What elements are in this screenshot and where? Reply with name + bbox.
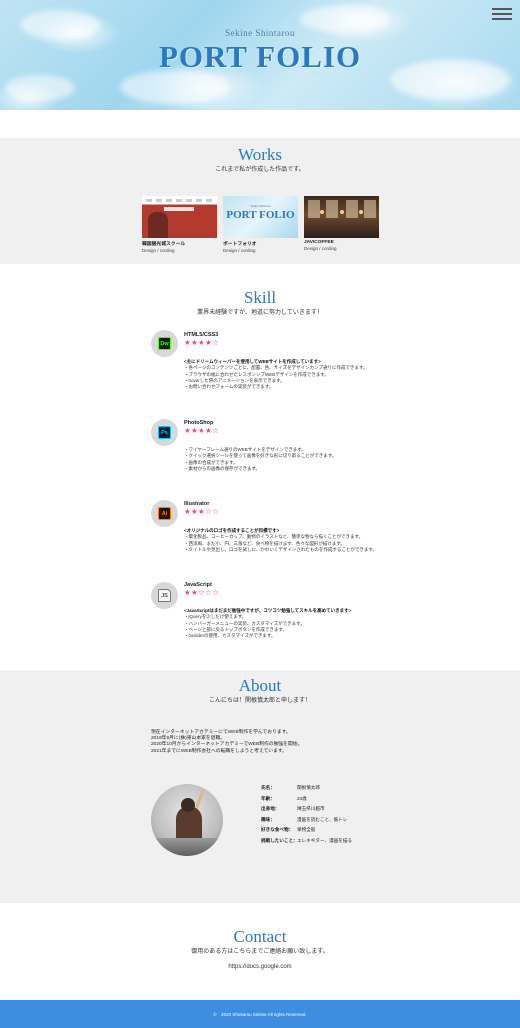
about-title: About — [238, 676, 282, 695]
copyright-text: © 2020 Shintarou Sekine All rights Reser… — [213, 1012, 307, 1017]
work-name: 韓国語光城スクール — [142, 242, 186, 247]
dreamweaver-icon-wrap: Dw — [151, 330, 178, 357]
contact-section: Contact 御用のある方はこちらまでご連絡お願い致します。 https://… — [0, 903, 520, 1000]
work-card[interactable]: JAVICOFFEE Design / cording — [304, 196, 379, 251]
work-card[interactable]: 韓国語光城スクール Design / cording — [142, 196, 217, 253]
hero-foam — [120, 70, 230, 104]
skill-description: <オリジナルのロゴを作成することが目標です> ・電化製品、コーヒーカップ、動物の… — [184, 528, 377, 552]
hero-subtitle: Sekine Shintarou — [225, 28, 295, 38]
photoshop-icon-wrap: Ps — [151, 419, 178, 446]
hero-banner: Sekine Shintarou PORT FOLIO — [0, 0, 520, 110]
thumb-title: PORT FOLIO — [226, 209, 295, 221]
works-section: Works これまで私が作成した作品です。 韓国語光城スクール Design /… — [0, 138, 520, 264]
profile-row: 好きな食べ物： 果物全般 — [261, 827, 316, 832]
avatar — [151, 784, 223, 856]
profile-row: 年齢： 23歳 — [261, 795, 307, 801]
skill-description: ・ワイヤーフレーム通りのWEBサイトをデザインできます。 ・クイック選択ツールを… — [184, 447, 337, 471]
about-section: About こんにちは！関根慎太郎と申します！ 現在インターネットアカデミーにて… — [0, 670, 520, 903]
about-text: 現在インターネットアカデミーにてWEB制作を学んでおります。 2019年9月に(… — [151, 730, 303, 754]
hamburger-menu-icon[interactable] — [492, 8, 512, 22]
contact-title: Contact — [233, 927, 287, 946]
profile-row: 挑戦したいこと：エレキギター、漫画を描る — [261, 837, 353, 843]
rating-stars: ★★★★☆ — [184, 426, 220, 435]
illustrator-icon: Ai — [158, 507, 171, 520]
work-category: Design / cording — [223, 248, 256, 253]
work-thumbnail[interactable]: Sekine Shintarou PORT FOLIO — [223, 196, 298, 238]
work-thumbnail[interactable] — [304, 196, 379, 238]
work-name: ポートフォリオ — [223, 242, 257, 247]
work-category: Design / cording — [142, 248, 175, 253]
contact-subtitle: 御用のある方はこちらまでご連絡お願い致します。 — [191, 949, 329, 955]
contact-link[interactable]: https://docs.google.com — [0, 964, 520, 970]
javascript-icon-wrap: JS — [151, 582, 178, 609]
skill-title: Skill — [243, 288, 277, 307]
skill-section: Skill 業界未経験ですが、地道に努力していきます！ Dw HTML5/CSS… — [0, 264, 520, 670]
rating-stars: ★★☆☆☆ — [184, 588, 220, 597]
profile-row: 氏名： 関根慎太郎 — [261, 785, 320, 790]
javascript-file-icon: JS — [158, 589, 171, 602]
about-subtitle: こんにちは！関根慎太郎と申します！ — [208, 698, 311, 704]
works-title: Works — [238, 145, 282, 164]
profile-row: 趣味： 漫画を読むこと、筋トレ — [261, 816, 348, 822]
photoshop-icon: Ps — [158, 426, 171, 439]
profile-table: 氏名： 関根慎太郎 年齢： 23歳 出身地： 埼玉県川越市 趣味： 漫画を読むこと、筋ト… — [261, 785, 352, 848]
works-subtitle: これまで私が作成した作品です。 — [215, 167, 305, 173]
thumb-subtitle: Sekine Shintarou — [250, 204, 271, 208]
skill-description: <主にドリームウィーバーを使用してWEBサイトを作成しています> ・各ページのコ… — [184, 359, 368, 390]
skill-description: <JavaScriptはまだまだ勉強中ですが、コツコツ勉強してスキルを高めていき… — [184, 608, 352, 639]
illustrator-icon-wrap: Ai — [151, 500, 178, 527]
hero-foam — [5, 75, 75, 101]
rating-stars: ★★★☆☆ — [184, 507, 220, 516]
skill-subtitle: 業界未経験ですが、地道に努力していきます！ — [197, 310, 323, 316]
rating-stars: ★★★★☆ — [184, 338, 220, 347]
work-name: JAVICOFFEE — [304, 240, 334, 245]
work-category: Design / cording — [304, 246, 337, 251]
work-thumbnail[interactable] — [142, 196, 217, 238]
footer: © 2020 Shintarou Sekine All rights Reser… — [0, 1000, 520, 1028]
dreamweaver-icon: Dw — [158, 337, 171, 350]
profile-row: 出身地： 埼玉県川越市 — [261, 806, 325, 811]
work-card[interactable]: Sekine Shintarou PORT FOLIO ポートフォリオ Desi… — [223, 196, 298, 253]
hero-title: PORT FOLIO — [158, 39, 362, 74]
